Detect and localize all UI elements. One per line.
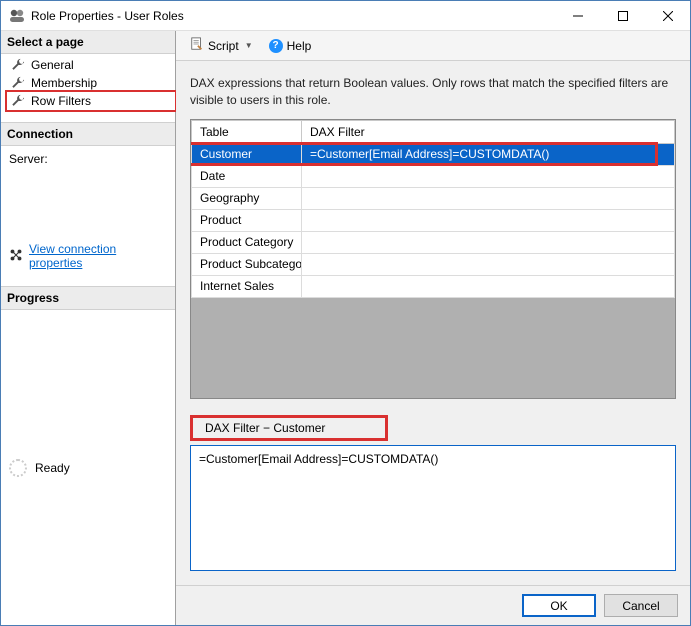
wrench-icon: [11, 76, 25, 90]
dax-filter-editor[interactable]: =Customer[Email Address]=CUSTOMDATA(): [190, 445, 676, 571]
content-area: DAX expressions that return Boolean valu…: [176, 61, 690, 585]
ok-button[interactable]: OK: [522, 594, 596, 617]
table-row[interactable]: Product Subcategory: [192, 253, 675, 275]
cell-table[interactable]: Internet Sales: [192, 275, 302, 297]
cell-dax[interactable]: [302, 253, 675, 275]
cell-dax[interactable]: [302, 231, 675, 253]
titlebar: Role Properties - User Roles: [1, 1, 690, 31]
col-header-table[interactable]: Table: [192, 120, 302, 143]
cell-dax[interactable]: =Customer[Email Address]=CUSTOMDATA(): [302, 143, 675, 165]
wrench-icon: [11, 58, 25, 72]
minimize-button[interactable]: [555, 1, 600, 31]
cell-table[interactable]: Product: [192, 209, 302, 231]
help-icon: ?: [269, 39, 283, 53]
help-label: Help: [287, 39, 312, 53]
col-header-dax[interactable]: DAX Filter: [302, 120, 675, 143]
cell-dax[interactable]: [302, 187, 675, 209]
progress-header: Progress: [1, 286, 175, 310]
dax-filter-value: =Customer[Email Address]=CUSTOMDATA(): [199, 452, 438, 466]
view-connection-properties-link[interactable]: View connection properties: [9, 242, 167, 270]
cell-dax[interactable]: [302, 165, 675, 187]
sidebar-item-label: Membership: [31, 76, 97, 90]
close-button[interactable]: [645, 1, 690, 31]
right-pane: Script ▼ ? Help DAX expressions that ret…: [176, 31, 690, 625]
cell-dax[interactable]: [302, 209, 675, 231]
app-icon: [9, 8, 25, 24]
connection-panel: Server: View connection properties: [1, 146, 175, 286]
dax-filter-section-label: DAX Filter − Customer: [190, 415, 388, 441]
sidebar-item-general[interactable]: General: [1, 56, 175, 74]
cell-table[interactable]: Date: [192, 165, 302, 187]
help-button[interactable]: ? Help: [263, 37, 318, 55]
ok-label: OK: [550, 599, 567, 613]
table-row[interactable]: Geography: [192, 187, 675, 209]
script-label: Script: [208, 39, 239, 53]
table-row[interactable]: Product: [192, 209, 675, 231]
sidebar-item-row-filters[interactable]: Row Filters: [5, 90, 177, 112]
window-title: Role Properties - User Roles: [31, 9, 184, 23]
view-connection-label: View connection properties: [29, 242, 167, 270]
toolbar: Script ▼ ? Help: [176, 31, 690, 61]
script-button[interactable]: Script ▼: [184, 35, 259, 56]
cell-table[interactable]: Product Subcategory: [192, 253, 302, 275]
cell-table[interactable]: Product Category: [192, 231, 302, 253]
left-pane: Select a page General Membership: [1, 31, 176, 625]
server-label: Server:: [9, 152, 167, 166]
description-text: DAX expressions that return Boolean valu…: [190, 75, 676, 109]
cancel-label: Cancel: [622, 599, 659, 613]
connection-icon: [9, 248, 23, 265]
chevron-down-icon: ▼: [245, 41, 253, 50]
cell-table[interactable]: Geography: [192, 187, 302, 209]
table-row[interactable]: Internet Sales: [192, 275, 675, 297]
wrench-icon: [11, 94, 25, 108]
dialog-footer: OK Cancel: [176, 585, 690, 625]
progress-status: Ready: [35, 461, 70, 475]
filters-grid: Table DAX Filter Customer =Customer[Emai…: [190, 119, 676, 399]
cell-table[interactable]: Customer: [192, 143, 302, 165]
maximize-button[interactable]: [600, 1, 645, 31]
page-list: General Membership Row Filters: [1, 54, 175, 122]
table-row[interactable]: Date: [192, 165, 675, 187]
sidebar-item-label: Row Filters: [31, 94, 91, 108]
window: Role Properties - User Roles Select a pa…: [0, 0, 691, 626]
table-row[interactable]: Product Category: [192, 231, 675, 253]
progress-panel: Ready: [1, 310, 175, 625]
progress-spinner-icon: [9, 459, 27, 477]
script-icon: [190, 37, 204, 54]
connection-header: Connection: [1, 122, 175, 146]
cancel-button[interactable]: Cancel: [604, 594, 678, 617]
table-row[interactable]: Customer =Customer[Email Address]=CUSTOM…: [192, 143, 675, 165]
cell-dax[interactable]: [302, 275, 675, 297]
select-page-header: Select a page: [1, 31, 175, 54]
sidebar-item-label: General: [31, 58, 74, 72]
